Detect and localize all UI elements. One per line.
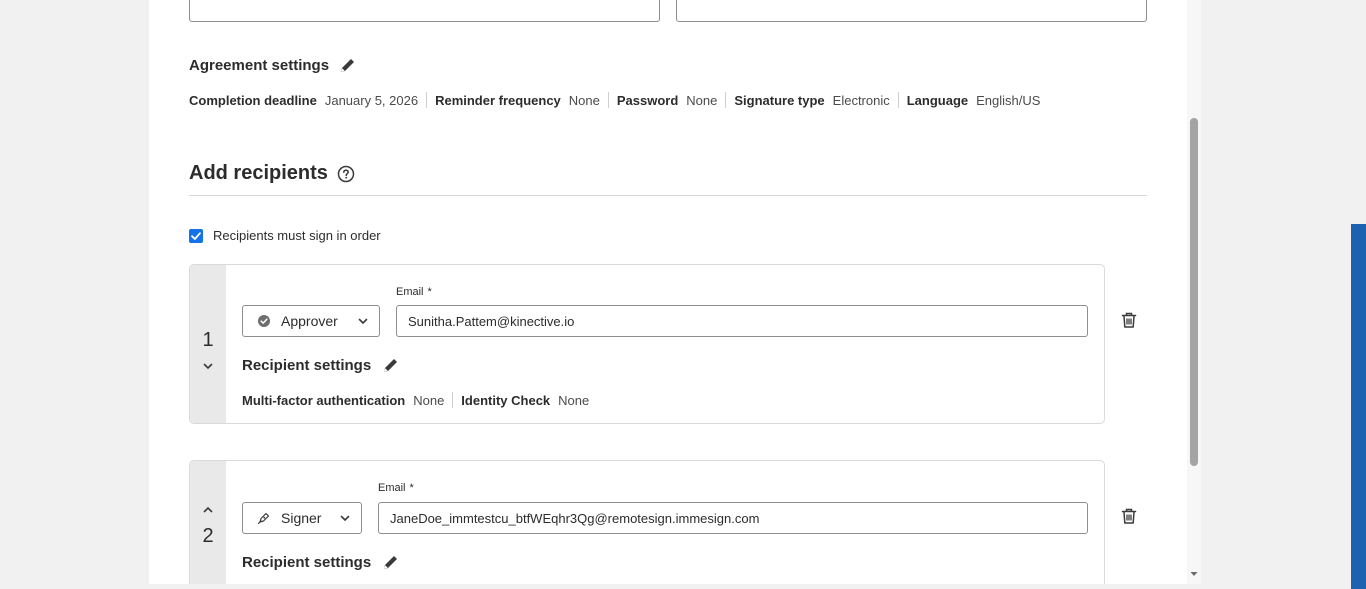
scroll-down-arrow-icon[interactable] [1189,569,1199,579]
sign-in-order-label[interactable]: Recipients must sign in order [213,228,381,243]
setting-value: Electronic [832,92,890,108]
recipient-settings-summary: Multi-factor authentication None Identit… [242,392,589,408]
chevron-down-icon [339,512,351,524]
required-mark: * [427,286,432,298]
email-label: Email * [378,482,414,494]
setting-value: January 5, 2026 [324,92,419,108]
agreement-form-panel: Agreement settings Completion deadline J… [149,0,1201,584]
recipient-card-2: 2 Signer Email* Recipient settings [189,460,1105,584]
setting-value: None [568,92,600,108]
divider [426,92,428,108]
email-label-text: Email [396,286,424,298]
recipient-settings-title: Recipient settings [242,357,372,374]
top-field-left[interactable] [189,0,660,22]
email-input[interactable] [378,502,1088,534]
approver-check-icon [257,314,271,328]
divider [725,92,727,108]
chevron-up-icon[interactable] [202,504,214,516]
scrollbar-thumb[interactable] [1190,118,1198,466]
chevron-down-icon [357,315,369,327]
setting-key: Multi-factor authentication [242,392,406,408]
edit-recipient-settings-icon[interactable] [382,553,400,571]
heading-divider [189,195,1147,196]
signer-pen-icon [257,511,271,525]
divider [897,92,899,108]
setting-value: English/US [976,92,1041,108]
add-recipients-heading: Add recipients [189,162,328,184]
setting-key: Completion deadline [189,92,317,108]
role-dropdown[interactable]: Approver [242,305,380,337]
delete-recipient-2-icon[interactable] [1120,507,1138,525]
recipient-order-rail [190,461,226,584]
divider [607,92,609,108]
setting-key: Language [906,92,969,108]
role-label: Signer [281,510,322,526]
setting-value: None [413,392,445,408]
setting-key: Reminder frequency [435,92,561,108]
email-label: Email * [396,286,432,298]
email-label-text: Email [378,482,406,494]
email-input[interactable] [396,305,1088,337]
agreement-settings-title: Agreement settings [189,57,330,74]
setting-key: Signature type [734,92,825,108]
setting-key: Password [616,92,679,108]
top-field-right[interactable] [676,0,1147,22]
recipient-number: 1 [202,329,214,351]
delete-recipient-1-icon[interactable] [1120,311,1138,329]
sign-in-order-checkbox[interactable] [189,229,203,243]
recipient-settings-title: Recipient settings [242,554,372,571]
help-icon[interactable] [337,165,355,183]
side-panel-edge [1351,224,1366,589]
setting-value: None [558,392,590,408]
setting-value: None [686,92,718,108]
role-dropdown[interactable]: Signer [242,502,362,534]
edit-recipient-settings-icon[interactable] [382,356,400,374]
recipient-number: 2 [202,525,214,547]
chevron-down-icon[interactable] [202,360,214,372]
required-mark: * [409,482,414,494]
divider [452,392,454,408]
agreement-settings-summary: Completion deadline January 5, 2026 Remi… [189,92,1040,108]
edit-agreement-settings-icon[interactable] [339,56,357,74]
recipient-card-1: 1 Approver Email* Recipient settings Mul… [189,264,1105,424]
setting-key: Identity Check [461,392,551,408]
role-label: Approver [281,313,338,329]
